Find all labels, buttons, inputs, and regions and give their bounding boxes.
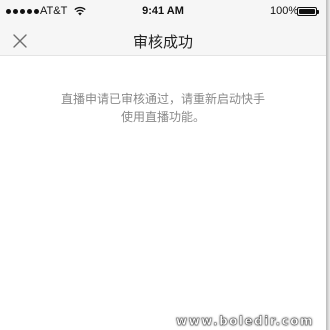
battery-percent: 100% <box>270 5 299 17</box>
approval-message: 直播申请已审核通过，请重新启动快手 使用直播功能。 <box>20 90 306 126</box>
close-button[interactable] <box>10 31 30 51</box>
edge-shadow <box>326 0 330 330</box>
watermark: www.boledir.com <box>176 314 314 328</box>
close-icon <box>13 34 27 48</box>
navigation-bar: 审核成功 <box>0 24 326 56</box>
message-line-2: 使用直播功能。 <box>120 110 205 124</box>
battery-fill <box>299 9 315 14</box>
battery-icon <box>297 7 319 16</box>
message-line-1: 直播申请已审核通过，请重新启动快手 <box>60 92 265 106</box>
page-title: 审核成功 <box>132 33 193 51</box>
status-bar: AT&T 9:41 AM 100% <box>0 0 326 24</box>
app-screen: AT&T 9:41 AM 100% 审核成功 直播申请已审核通过，请重新启动快手… <box>0 0 326 330</box>
